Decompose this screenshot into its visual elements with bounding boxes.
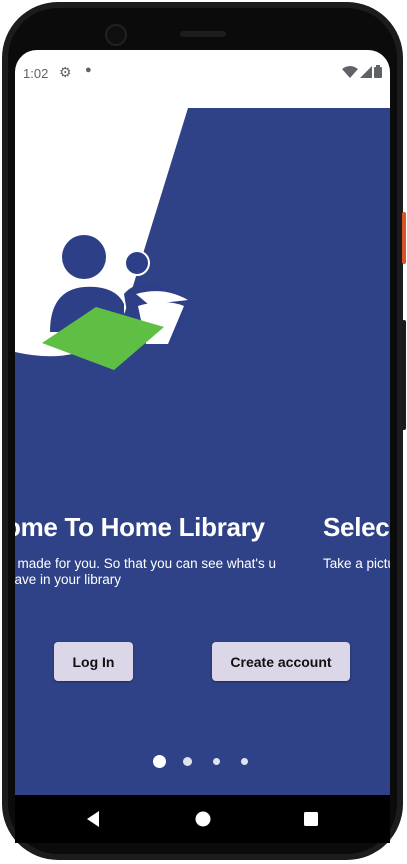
status-time: 1:02 <box>23 66 49 81</box>
log-in-button[interactable]: Log In <box>54 642 133 681</box>
slide-1-description: s made for you. So that you can see what… <box>15 556 276 587</box>
notification-dot-icon: ● <box>85 64 92 76</box>
recents-icon[interactable] <box>303 810 319 828</box>
slide-2-title: Selec <box>323 512 390 542</box>
create-account-button[interactable]: Create account <box>212 642 350 681</box>
slide-2-description: Take a pictu Library <box>323 556 390 571</box>
onboarding-pager[interactable]: ome To Home Library s made for you. So t… <box>15 50 390 795</box>
page-dot[interactable] <box>213 758 220 765</box>
signal-icon <box>360 65 372 78</box>
app-screen: ome To Home Library s made for you. So t… <box>15 50 390 795</box>
volume-button <box>402 320 406 430</box>
slide-1-title: ome To Home Library <box>15 512 265 542</box>
system-nav-bar <box>15 795 390 843</box>
back-icon[interactable] <box>85 810 101 828</box>
battery-icon <box>374 65 382 78</box>
page-dot-active[interactable] <box>153 755 166 768</box>
status-icons <box>342 65 382 78</box>
home-icon[interactable] <box>194 810 212 828</box>
settings-icon: ⚙ <box>59 64 72 80</box>
slide-background <box>15 108 390 795</box>
status-bar: 1:02 ⚙ ● <box>15 50 390 96</box>
wifi-icon <box>342 65 358 78</box>
power-button <box>402 212 406 264</box>
home-library-logo <box>42 235 192 370</box>
earpiece-speaker <box>180 31 226 37</box>
page-dot[interactable] <box>183 757 192 766</box>
page-indicator <box>15 754 390 770</box>
front-camera <box>105 24 127 46</box>
page-dot[interactable] <box>241 758 248 765</box>
